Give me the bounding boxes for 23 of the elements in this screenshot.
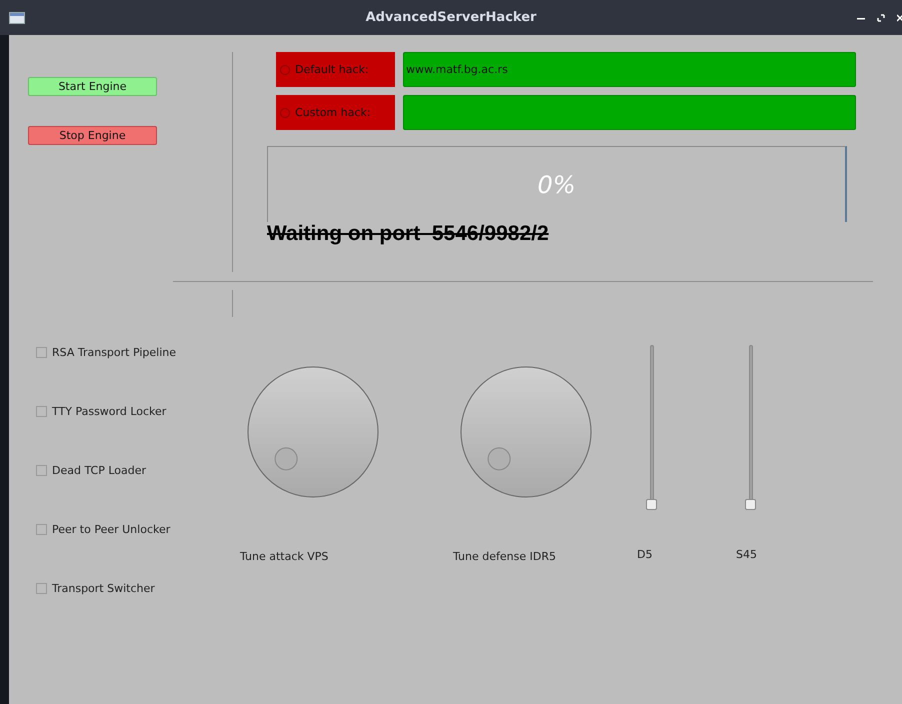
dial[interactable] — [460, 366, 592, 498]
slider-label: D5 — [637, 548, 654, 561]
checkbox[interactable]: TTY Password Locker — [36, 404, 240, 419]
dial-label: Tune defense IDR5 — [453, 550, 557, 563]
checkbox[interactable]: Peer to Peer Unlocker — [36, 522, 240, 537]
dial-label: Tune attack VPS — [240, 550, 330, 563]
vertical-slider[interactable] — [646, 345, 658, 510]
input-field[interactable] — [403, 95, 856, 130]
input-field[interactable]: www.matf.bg.ac.rs — [403, 52, 856, 87]
stop-button[interactable]: Stop Engine — [28, 126, 157, 145]
checkbox[interactable]: RSA Transport Pipeline — [36, 345, 240, 360]
start-button[interactable]: Start Engine — [28, 77, 157, 96]
window-icon — [9, 12, 25, 24]
vertical-slider[interactable] — [745, 345, 757, 510]
restore-icon[interactable] — [877, 14, 885, 22]
dial[interactable] — [247, 366, 379, 498]
checkbox[interactable]: Dead TCP Loader — [36, 463, 240, 478]
window-title: AdvancedServerHacker — [366, 10, 536, 25]
checkbox[interactable]: Transport Switcher — [36, 581, 240, 596]
slider-label: S45 — [736, 548, 758, 561]
close-icon[interactable] — [897, 14, 902, 22]
status-text: Waiting on port 5546/9982/2 — [267, 222, 550, 246]
progress-text: 0% — [537, 170, 576, 198]
